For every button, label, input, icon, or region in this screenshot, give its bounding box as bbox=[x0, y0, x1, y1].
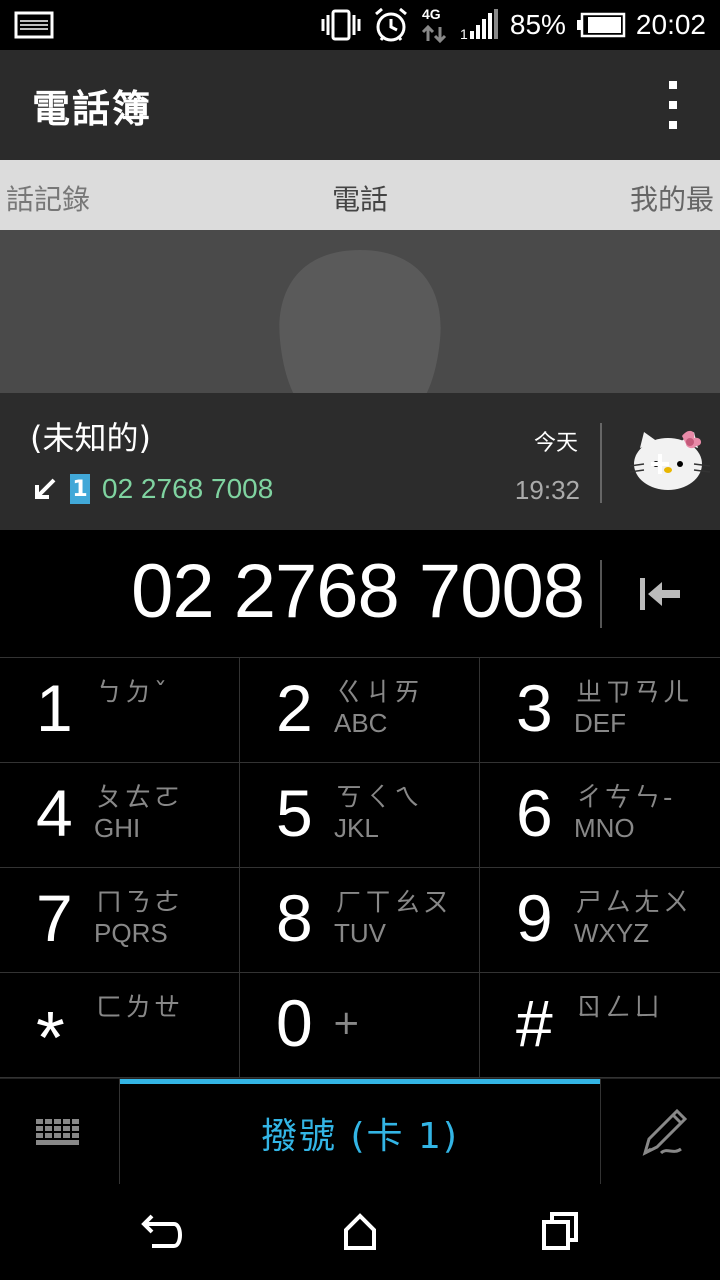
key-7[interactable]: 7 ㄇㄋㄜ PQRS bbox=[0, 868, 240, 973]
back-icon[interactable] bbox=[130, 1204, 190, 1260]
key-9[interactable]: 9 ㄕㄙㄤㄨ WXYZ bbox=[480, 868, 720, 973]
key-letters: GHI bbox=[94, 813, 141, 843]
key-letters: ABC bbox=[334, 708, 388, 738]
alarm-icon bbox=[374, 7, 407, 42]
divider bbox=[600, 560, 602, 628]
network-label: 4G bbox=[422, 6, 441, 22]
key-digit: # bbox=[516, 986, 553, 1060]
key-plus: + bbox=[332, 1003, 361, 1043]
key-zhuyin: ㄆㄊㄛ bbox=[96, 783, 184, 813]
data-transfer-icon: 4G bbox=[421, 6, 446, 44]
caller-number: 02 2768 7008 bbox=[102, 473, 274, 504]
keyboard-icon[interactable] bbox=[0, 1079, 120, 1185]
overflow-menu-icon[interactable] bbox=[658, 75, 688, 135]
tab-favorites[interactable]: 我的最 bbox=[630, 178, 714, 218]
call-button[interactable]: 撥號 (卡 1) bbox=[120, 1079, 600, 1185]
image-icon bbox=[14, 11, 54, 39]
key-letters: JKL bbox=[334, 813, 379, 843]
key-letters: PQRS bbox=[94, 918, 168, 948]
signal-icon: 1 bbox=[460, 9, 498, 41]
key-letters: WXYZ bbox=[574, 918, 650, 948]
key-4[interactable]: 4 ㄆㄊㄛ GHI bbox=[0, 763, 240, 868]
call-day: 今天 bbox=[533, 431, 578, 456]
recent-call-card[interactable]: (未知的) 1 02 2768 7008 今天 19:32 bbox=[0, 393, 720, 530]
home-icon[interactable] bbox=[330, 1204, 390, 1260]
tab-phone[interactable]: 電話 bbox=[0, 178, 720, 218]
key-digit: 0 bbox=[276, 986, 313, 1060]
key-digit: 6 bbox=[516, 776, 553, 850]
status-time: 20:02 bbox=[635, 9, 706, 40]
key-5[interactable]: 5 ㄎㄑㄟ JKL bbox=[240, 763, 480, 868]
pen-icon[interactable] bbox=[600, 1079, 720, 1185]
call-time: 19:32 bbox=[514, 475, 580, 505]
key-zhuyin: ㄇㄋㄜ bbox=[96, 888, 184, 918]
key-zhuyin: ㄕㄙㄤㄨ bbox=[576, 888, 693, 918]
key-hash[interactable]: # ㄖㄥㄩ bbox=[480, 973, 720, 1078]
key-1[interactable]: 1 ㄅㄉˇ bbox=[0, 658, 240, 763]
key-8[interactable]: 8 ㄏㄒㄠㄡ TUV bbox=[240, 868, 480, 973]
incoming-call-arrow-icon bbox=[35, 478, 56, 499]
dialed-number[interactable]: 02 2768 7008 bbox=[131, 548, 585, 635]
battery-percent: 85% bbox=[509, 9, 566, 40]
call-button-accent bbox=[120, 1079, 600, 1084]
key-0[interactable]: 0 + bbox=[240, 973, 480, 1078]
page-title: 電話簿 bbox=[32, 86, 153, 131]
keypad: 1 ㄅㄉˇ 2 ㄍㄐㄞ ABC 3 ㄓㄗㄢㄦ DEF 4 ㄆㄊㄛ GHI 5 ㄎ… bbox=[0, 658, 720, 1079]
call-button-label: 撥號 (卡 1) bbox=[261, 1116, 459, 1157]
navigation-bar bbox=[0, 1184, 720, 1280]
key-digit: 2 bbox=[276, 671, 313, 745]
key-zhuyin: ㄍㄐㄞ bbox=[336, 678, 424, 708]
key-digit: 3 bbox=[516, 671, 553, 745]
key-star[interactable]: * ㄈㄌㄝ bbox=[0, 973, 240, 1079]
call-details: 1 02 2768 7008 bbox=[32, 473, 273, 505]
key-2[interactable]: 2 ㄍㄐㄞ ABC bbox=[240, 658, 480, 763]
key-digit: 4 bbox=[36, 776, 73, 850]
key-3[interactable]: 3 ㄓㄗㄢㄦ DEF bbox=[480, 658, 720, 763]
key-digit: 7 bbox=[36, 881, 73, 955]
key-zhuyin: ㄅㄉˇ bbox=[96, 678, 171, 708]
recent-apps-icon[interactable] bbox=[530, 1204, 590, 1260]
key-digit: 1 bbox=[36, 671, 73, 745]
app-bar: 電話簿 bbox=[0, 50, 720, 160]
caller-name: (未知的) bbox=[30, 419, 151, 457]
key-letters: TUV bbox=[334, 918, 386, 948]
key-zhuyin: ㄔㄘㄣ- bbox=[576, 783, 676, 813]
key-zhuyin: ㄈㄌㄝ bbox=[96, 993, 184, 1023]
key-zhuyin: ㄎㄑㄟ bbox=[336, 783, 424, 813]
key-zhuyin: ㄏㄒㄠㄡ bbox=[336, 888, 453, 918]
tab-bar: 話記錄 電話 我的最 bbox=[0, 160, 720, 230]
battery-icon bbox=[576, 12, 626, 38]
key-letters: MNO bbox=[574, 813, 635, 843]
key-digit: 8 bbox=[276, 881, 313, 955]
key-digit: * bbox=[36, 996, 65, 1079]
dial-display: 02 2768 7008 bbox=[0, 530, 720, 658]
add-contact-icon[interactable] bbox=[628, 418, 712, 502]
key-6[interactable]: 6 ㄔㄘㄣ- MNO bbox=[480, 763, 720, 868]
key-digit: 5 bbox=[276, 776, 313, 850]
vibrate-icon bbox=[321, 9, 361, 41]
key-zhuyin: ㄖㄥㄩ bbox=[576, 993, 664, 1023]
signal-sim-label: 1 bbox=[460, 26, 468, 41]
backspace-icon[interactable] bbox=[630, 564, 690, 624]
key-letters: DEF bbox=[574, 708, 626, 738]
divider bbox=[600, 423, 602, 503]
status-bar: 4G 1 85% 20:02 bbox=[0, 0, 720, 50]
action-bar: 撥號 (卡 1) bbox=[0, 1078, 720, 1185]
key-digit: 9 bbox=[516, 881, 553, 955]
key-zhuyin: ㄓㄗㄢㄦ bbox=[576, 678, 693, 708]
sim-badge: 1 bbox=[70, 474, 90, 504]
